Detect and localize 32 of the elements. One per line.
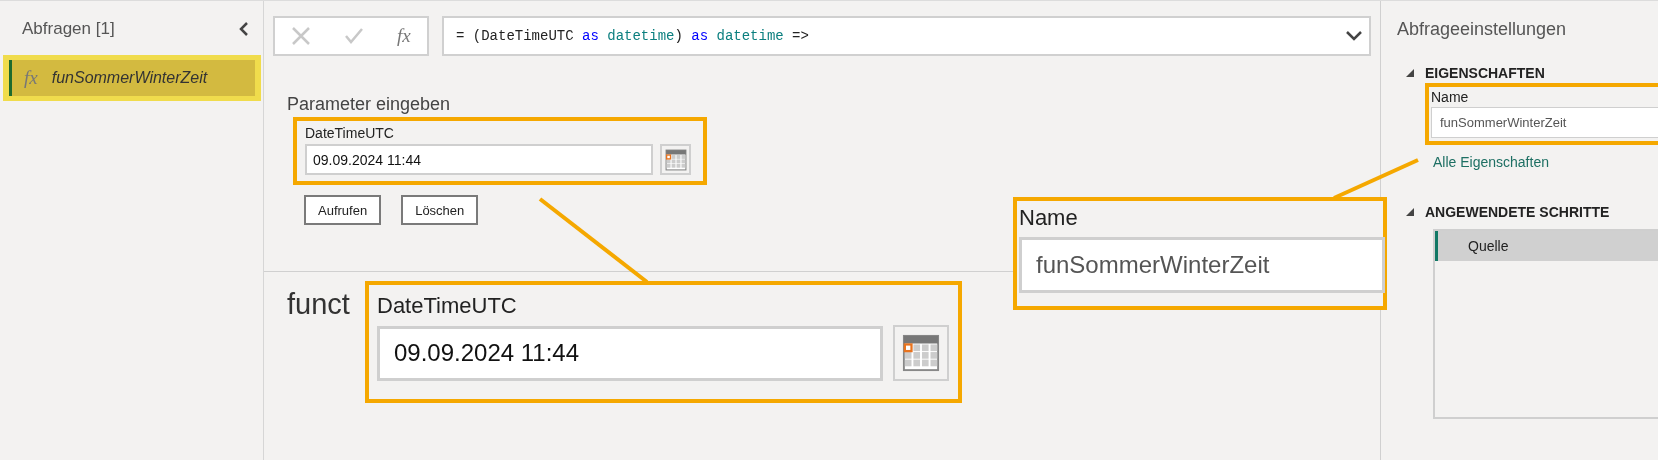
check-icon[interactable] [344,27,365,45]
query-item[interactable]: fx funSommerWinterZeit [9,60,255,96]
name-label: Name [1431,89,1470,105]
query-name: funSommerWinterZeit [51,69,208,87]
function-glyph: fx [24,67,38,89]
name-field[interactable]: funSommerWinterZeit [1431,107,1658,138]
datetime-field[interactable]: 09.09.2024 11:44 [305,144,653,175]
step-item[interactable]: Quelle [1435,231,1658,261]
action-button[interactable]: Aufrufen [304,195,382,225]
calendar-button[interactable] [893,325,949,381]
action-button[interactable]: Löschen [401,195,479,225]
name-field[interactable]: funSommerWinterZeit [1019,237,1385,293]
parameter-label: DateTimeUTC [377,293,518,319]
calendar-icon [664,148,687,171]
parameter-label: DateTimeUTC [305,125,395,141]
insert-function-button[interactable]: fx [396,25,411,47]
formula-field[interactable]: = (DateTimeUTC as datetime) as datetime => [442,16,1371,56]
calendar-button[interactable] [660,144,691,175]
section-title: Parameter eingeben [287,94,452,115]
section-heading: EIGENSCHAFTEN [1425,65,1545,81]
collapse-triangle-icon[interactable] [1405,68,1415,78]
pane-title: Abfrageeinstellungen [1397,19,1568,40]
chevron-left-icon[interactable] [239,21,249,37]
collapse-triangle-icon[interactable] [1405,207,1415,217]
calendar-icon [902,334,940,372]
datetime-field[interactable]: 09.09.2024 11:44 [377,325,883,381]
section-heading: ANGEWENDETE SCHRITTE [1425,204,1610,220]
chevron-down-icon[interactable] [1345,30,1363,42]
name-label: Name [1019,205,1079,231]
all-properties-link[interactable]: Alle Eigenschaften [1433,154,1658,170]
function-heading: funct [286,287,350,321]
pane-title: Abfragen [1] [22,19,115,39]
